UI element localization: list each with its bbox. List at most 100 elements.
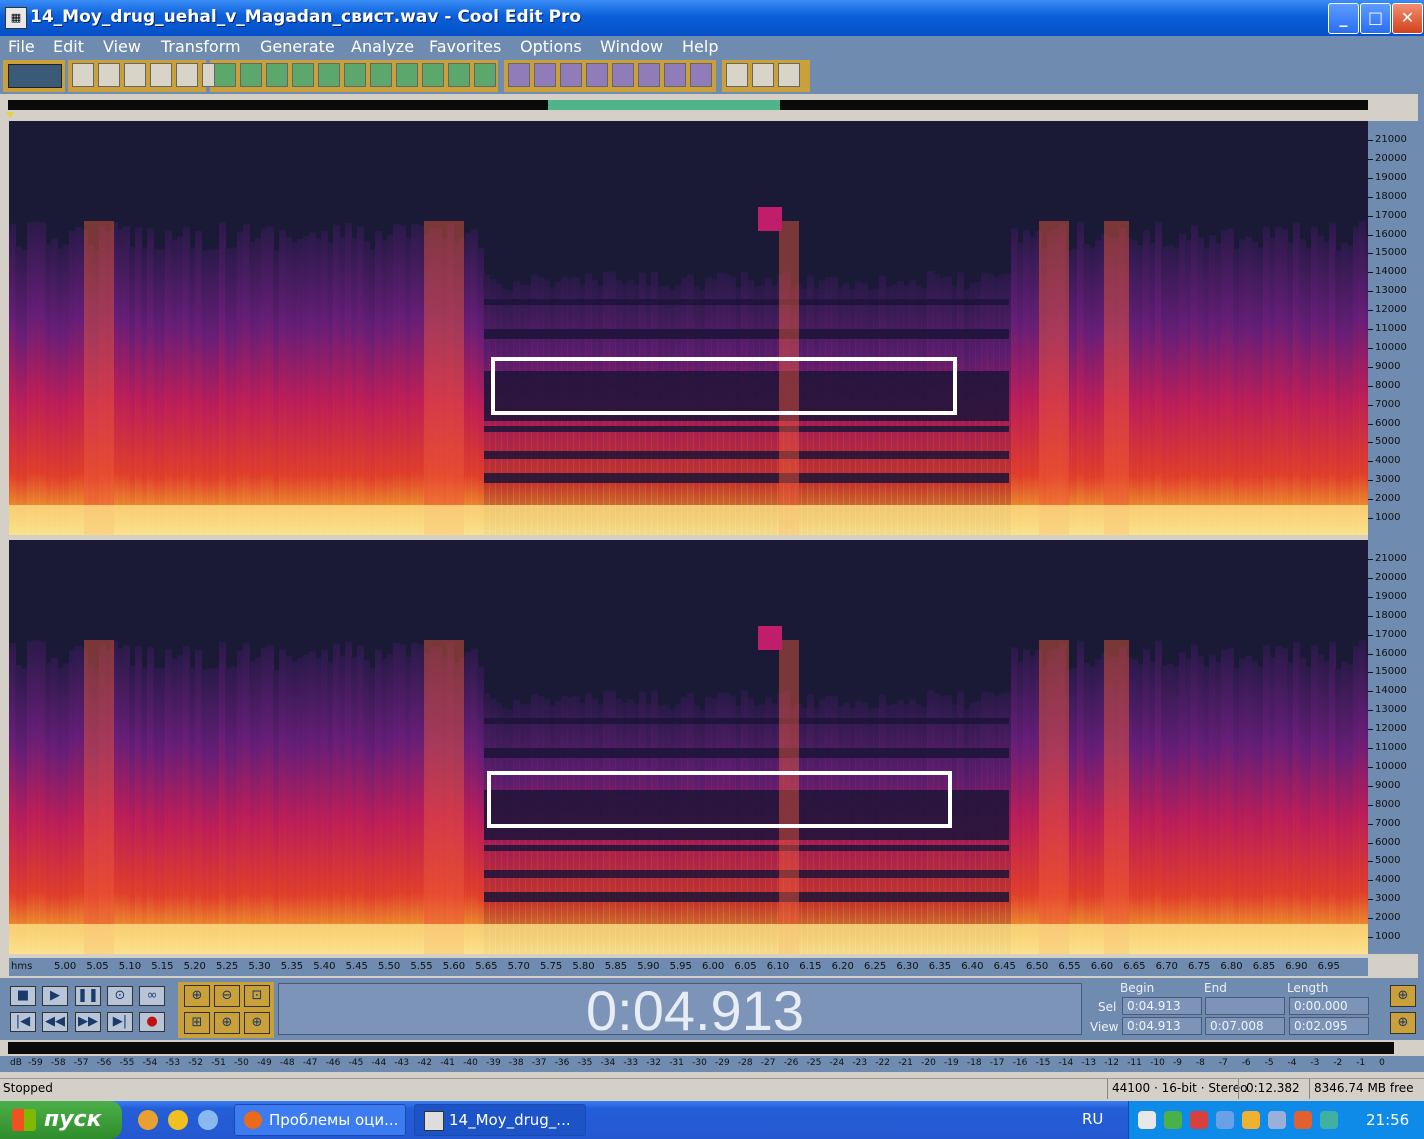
zoom-out-vertical-icon[interactable]: ⊕ bbox=[1390, 1012, 1416, 1034]
sel-end-field[interactable] bbox=[1205, 997, 1285, 1015]
zoom-left-icon[interactable]: ⊕ bbox=[214, 1012, 240, 1034]
toolbar-edit-button-3-icon[interactable] bbox=[266, 63, 288, 87]
quicklaunch-chrome-icon[interactable] bbox=[168, 1110, 188, 1130]
freq-tick bbox=[1368, 347, 1373, 349]
meter-tick-label: -4 bbox=[1287, 1058, 1297, 1068]
toolbar-file-button-5-icon[interactable] bbox=[176, 63, 198, 87]
toolbar-help-button-3-icon[interactable] bbox=[778, 63, 800, 87]
multitrack-toggle-icon[interactable] bbox=[8, 64, 62, 88]
toolbar-edit-button-10-icon[interactable] bbox=[448, 63, 470, 87]
toolbar-view-button-4-icon[interactable] bbox=[586, 63, 608, 87]
menu-view[interactable]: View bbox=[103, 36, 141, 58]
toolbar-edit-button-1-icon[interactable] bbox=[214, 63, 236, 87]
zoom-full-icon[interactable]: ⊡ bbox=[244, 985, 270, 1007]
menu-transform[interactable]: Transform bbox=[161, 36, 241, 58]
menu-edit[interactable]: Edit bbox=[53, 36, 84, 58]
toolbar-help-button-1-icon[interactable] bbox=[726, 63, 748, 87]
zoom-in-vertical-icon[interactable]: ⊕ bbox=[1390, 985, 1416, 1007]
menu-help[interactable]: Help bbox=[682, 36, 718, 58]
fast-forward-button[interactable]: ▶▶ bbox=[75, 1012, 101, 1032]
stop-button[interactable]: ■ bbox=[10, 986, 36, 1006]
toolbar-edit-button-7-icon[interactable] bbox=[370, 63, 392, 87]
loop-button[interactable]: ∞ bbox=[139, 986, 165, 1006]
menu-favorites[interactable]: Favorites bbox=[429, 36, 501, 58]
toolbar-edit-button-5-icon[interactable] bbox=[318, 63, 340, 87]
toolbar-view-button-8-icon[interactable] bbox=[690, 63, 712, 87]
tray-icon-4[interactable] bbox=[1216, 1111, 1234, 1129]
menu-window[interactable]: Window bbox=[600, 36, 663, 58]
meter-tick-label: -52 bbox=[188, 1058, 203, 1068]
toolbar-file-button-1-icon[interactable] bbox=[72, 63, 94, 87]
overview-visible-range[interactable] bbox=[548, 100, 780, 110]
tray-icon-2[interactable] bbox=[1164, 1111, 1182, 1129]
maximize-button[interactable]: □ bbox=[1360, 3, 1391, 34]
freq-tick bbox=[1368, 785, 1373, 787]
rewind-button[interactable]: ◀◀ bbox=[42, 1012, 68, 1032]
meter-tick-label: -43 bbox=[394, 1058, 410, 1068]
zoom-right-icon[interactable]: ⊕ bbox=[244, 1012, 270, 1034]
meter-tick-label: -40 bbox=[463, 1058, 478, 1068]
sel-length-field[interactable]: 0:00.000 bbox=[1289, 997, 1369, 1015]
menu-generate[interactable]: Generate bbox=[260, 36, 335, 58]
toolbar-edit-button-2-icon[interactable] bbox=[240, 63, 262, 87]
playhead-marker-icon[interactable] bbox=[6, 112, 14, 118]
language-indicator[interactable]: RU bbox=[1082, 1110, 1103, 1128]
zoom-to-selection-icon[interactable]: ⊞ bbox=[184, 1012, 210, 1034]
tray-icon-7[interactable] bbox=[1294, 1111, 1312, 1129]
toolbar-edit-button-9-icon[interactable] bbox=[422, 63, 444, 87]
freq-tick-label: 1000 bbox=[1375, 931, 1401, 942]
spectrogram-right-channel[interactable] bbox=[9, 540, 1368, 954]
tray-icon-8[interactable] bbox=[1320, 1111, 1338, 1129]
toolbar-file-button-4-icon[interactable] bbox=[150, 63, 172, 87]
close-button[interactable]: ✕ bbox=[1392, 3, 1423, 34]
meter-tick-label: -59 bbox=[28, 1058, 43, 1068]
time-ruler[interactable]: hms 5.00 5.05 5.10 5.15 5.20 5.25 5.30 5.35 5.40 5… bbox=[9, 958, 1368, 976]
go-to-end-button[interactable]: ▶| bbox=[107, 1012, 133, 1032]
tray-icon-5[interactable] bbox=[1242, 1111, 1260, 1129]
toolbar-edit-button-11-icon[interactable] bbox=[474, 63, 496, 87]
play-to-end-button[interactable]: ⊙ bbox=[107, 986, 133, 1006]
toolbar-edit-button-4-icon[interactable] bbox=[292, 63, 314, 87]
toolbar-file-button-3-icon[interactable] bbox=[124, 63, 146, 87]
toolbar-view-button-6-icon[interactable] bbox=[638, 63, 660, 87]
freq-tick-label: 18000 bbox=[1375, 609, 1407, 621]
toolbar-edit-button-6-icon[interactable] bbox=[344, 63, 366, 87]
view-begin-field[interactable]: 0:04.913 bbox=[1122, 1017, 1202, 1035]
menu-file[interactable]: File bbox=[8, 36, 35, 58]
menu-analyze[interactable]: Analyze bbox=[351, 36, 414, 58]
toolbar-file-button-2-icon[interactable] bbox=[98, 63, 120, 87]
tray-icon-3[interactable] bbox=[1190, 1111, 1208, 1129]
menu-options[interactable]: Options bbox=[520, 36, 582, 58]
spectrogram-left-channel[interactable] bbox=[9, 121, 1368, 535]
view-length-field[interactable]: 0:02.095 bbox=[1289, 1017, 1369, 1035]
play-button[interactable]: ▶ bbox=[42, 986, 68, 1006]
zoom-in-horizontal-icon[interactable]: ⊕ bbox=[184, 985, 210, 1007]
freq-tick-label: 9000 bbox=[1375, 360, 1401, 372]
toolbar-help-button-2-icon[interactable] bbox=[752, 63, 774, 87]
view-end-field[interactable]: 0:07.008 bbox=[1205, 1017, 1285, 1035]
time-tick-label: 5.85 bbox=[604, 961, 628, 972]
toolbar-view-button-3-icon[interactable] bbox=[560, 63, 582, 87]
minimize-button[interactable]: _ bbox=[1328, 3, 1359, 34]
sel-begin-field[interactable]: 0:04.913 bbox=[1122, 997, 1202, 1015]
app-icon[interactable]: ▦ bbox=[5, 7, 27, 29]
meter-tick-label: -25 bbox=[806, 1058, 822, 1068]
quicklaunch-desktop-icon[interactable] bbox=[198, 1110, 218, 1130]
toolbar-view-button-2-icon[interactable] bbox=[534, 63, 556, 87]
go-to-start-button[interactable]: |◀ bbox=[10, 1012, 36, 1032]
toolbar-view-button-5-icon[interactable] bbox=[612, 63, 634, 87]
freq-tick-label: 12000 bbox=[1375, 304, 1407, 316]
quicklaunch-media-icon[interactable] bbox=[138, 1110, 158, 1130]
record-button[interactable]: ● bbox=[139, 1012, 165, 1032]
freq-tick-label: 14000 bbox=[1375, 266, 1407, 278]
tray-icon-6[interactable] bbox=[1268, 1111, 1286, 1129]
tray-icon-1[interactable] bbox=[1138, 1111, 1156, 1129]
window-title: 14_Moy_drug_uehal_v_Magadan_свист.wav - … bbox=[30, 7, 582, 27]
toolbar-view-button-1-icon[interactable] bbox=[508, 63, 530, 87]
toolbar-view-button-7-icon[interactable] bbox=[664, 63, 686, 87]
meter-tick-label: -11 bbox=[1127, 1058, 1142, 1068]
zoom-out-horizontal-icon[interactable]: ⊖ bbox=[214, 985, 240, 1007]
toolbar-edit-button-8-icon[interactable] bbox=[396, 63, 418, 87]
pause-button[interactable]: ❚❚ bbox=[75, 986, 101, 1006]
meter-tick-label: -29 bbox=[715, 1058, 730, 1068]
